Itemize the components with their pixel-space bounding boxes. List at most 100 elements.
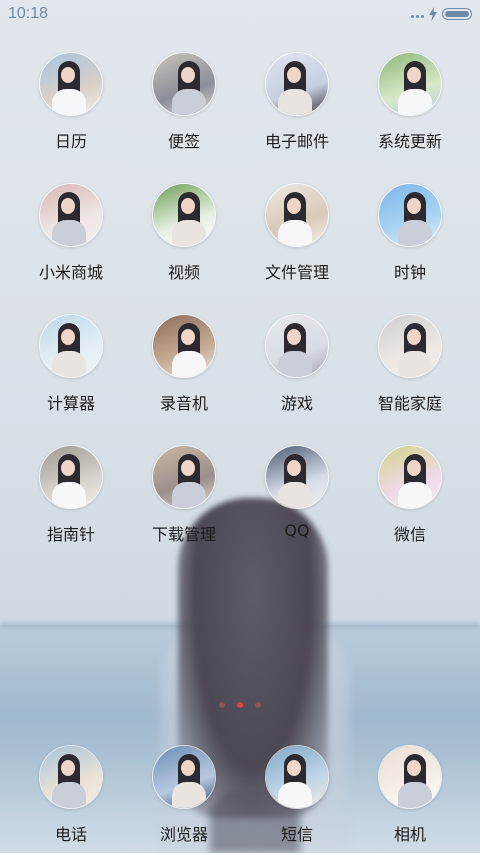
photo-person-torso	[52, 89, 86, 115]
photo-person-face	[287, 460, 301, 476]
photo-icon-mi-store[interactable]	[39, 183, 103, 247]
app-wechat[interactable]: 微信	[355, 445, 465, 555]
app-video[interactable]: 视频	[129, 183, 239, 293]
photo-person-face	[181, 460, 195, 476]
signal-dots-icon	[411, 14, 424, 18]
photo-icon-email[interactable]	[265, 52, 329, 116]
app-recorder[interactable]: 录音机	[129, 314, 239, 424]
page-dot-active[interactable]	[237, 702, 243, 708]
app-notes[interactable]: 便签	[129, 52, 239, 162]
photo-icon-browser[interactable]	[152, 745, 216, 809]
app-email[interactable]: 电子邮件	[242, 52, 352, 162]
photo-icon-video[interactable]	[152, 183, 216, 247]
photo-person-face	[181, 198, 195, 214]
photo-icon-file-manager[interactable]	[265, 183, 329, 247]
photo-person-face	[61, 198, 75, 214]
status-bar: 10:18	[0, 0, 480, 28]
photo-icon-clock[interactable]	[378, 183, 442, 247]
app-label: 计算器	[46, 394, 95, 413]
app-calculator[interactable]: 计算器	[16, 314, 126, 424]
app-label: 时钟	[393, 263, 426, 282]
app-clock[interactable]: 时钟	[355, 183, 465, 293]
app-label: 相机	[393, 825, 426, 844]
photo-person-face	[61, 329, 75, 345]
photo-person-face	[181, 760, 195, 776]
app-file-manager[interactable]: 文件管理	[242, 183, 352, 293]
app-update[interactable]: 系统更新	[355, 52, 465, 162]
photo-person-torso	[172, 351, 206, 377]
photo-person-face	[407, 67, 421, 83]
photo-person-torso	[172, 220, 206, 246]
photo-icon-notes[interactable]	[152, 52, 216, 116]
photo-person-face	[287, 760, 301, 776]
photo-person-torso	[398, 89, 432, 115]
photo-person-face	[181, 329, 195, 345]
photo-icon-wechat[interactable]	[378, 445, 442, 509]
photo-person-face	[407, 329, 421, 345]
app-calendar[interactable]: 日历	[16, 52, 126, 162]
app-browser[interactable]: 浏览器	[129, 745, 239, 855]
status-indicators	[411, 6, 472, 22]
app-smart-home[interactable]: 智能家庭	[355, 314, 465, 424]
app-downloads[interactable]: 下载管理	[129, 445, 239, 555]
status-time: 10:18	[8, 5, 49, 22]
photo-person-torso	[278, 89, 312, 115]
photo-person-torso	[278, 351, 312, 377]
app-camera[interactable]: 相机	[355, 745, 465, 855]
app-label: 小米商城	[38, 263, 103, 282]
app-label: 电话	[54, 825, 87, 844]
photo-person-torso	[52, 782, 86, 808]
photo-person-torso	[278, 482, 312, 508]
photo-icon-phone[interactable]	[39, 745, 103, 809]
photo-icon-smart-home[interactable]	[378, 314, 442, 378]
charging-bolt-icon	[429, 7, 437, 21]
photo-icon-games[interactable]	[265, 314, 329, 378]
page-dot[interactable]	[255, 702, 261, 708]
app-label: 下载管理	[151, 525, 216, 544]
photo-person-face	[407, 760, 421, 776]
page-dot[interactable]	[219, 702, 225, 708]
photo-person-face	[181, 67, 195, 83]
photo-person-face	[287, 198, 301, 214]
photo-person-face	[61, 760, 75, 776]
photo-person-torso	[52, 220, 86, 246]
photo-person-face	[407, 198, 421, 214]
photo-person-torso	[52, 482, 86, 508]
photo-icon-downloads[interactable]	[152, 445, 216, 509]
app-label: 视频	[167, 263, 200, 282]
photo-icon-messages[interactable]	[265, 745, 329, 809]
photo-icon-camera[interactable]	[378, 745, 442, 809]
photo-person-torso	[398, 482, 432, 508]
app-label: 微信	[393, 525, 426, 544]
photo-icon-update[interactable]	[378, 52, 442, 116]
photo-person-torso	[172, 482, 206, 508]
app-label: 智能家庭	[377, 394, 442, 413]
app-label: 浏览器	[159, 825, 208, 844]
photo-person-torso	[172, 782, 206, 808]
app-games[interactable]: 游戏	[242, 314, 352, 424]
app-label: 录音机	[159, 394, 208, 413]
photo-icon-recorder[interactable]	[152, 314, 216, 378]
photo-person-torso	[278, 782, 312, 808]
app-mi-store[interactable]: 小米商城	[16, 183, 126, 293]
battery-icon	[442, 8, 472, 20]
photo-person-torso	[398, 782, 432, 808]
photo-icon-calculator[interactable]	[39, 314, 103, 378]
photo-person-torso	[172, 89, 206, 115]
app-label: 日历	[54, 132, 87, 151]
app-label: 游戏	[280, 394, 313, 413]
photo-person-face	[287, 67, 301, 83]
app-phone[interactable]: 电话	[16, 745, 126, 855]
app-compass[interactable]: 指南针	[16, 445, 126, 555]
photo-icon-qq[interactable]	[265, 445, 329, 509]
photo-person-face	[61, 460, 75, 476]
photo-icon-calendar[interactable]	[39, 52, 103, 116]
app-label: QQ	[284, 521, 310, 540]
photo-icon-compass[interactable]	[39, 445, 103, 509]
app-qq[interactable]: QQ	[242, 445, 352, 555]
page-indicator	[0, 702, 480, 708]
app-label: 指南针	[46, 525, 95, 544]
photo-person-torso	[278, 220, 312, 246]
app-messages[interactable]: 短信	[242, 745, 352, 855]
photo-person-face	[287, 329, 301, 345]
